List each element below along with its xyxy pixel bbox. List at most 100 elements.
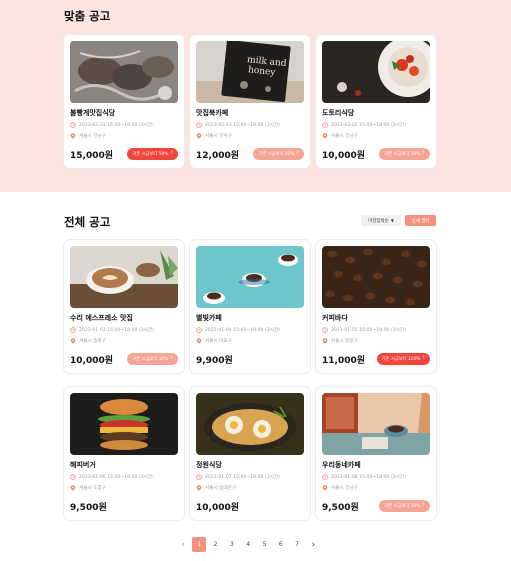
sort-dropdown[interactable]: 마감임박순 ▼ — [361, 215, 401, 226]
badge-label: 기존 시급보다 20% — [258, 152, 295, 157]
job-location-row: 서울시 송파구 — [70, 338, 106, 344]
job-name: 맛집북카페 — [196, 109, 229, 117]
map-pin-icon — [196, 338, 202, 344]
job-wage: 12,000원 — [196, 151, 240, 161]
sort-label: 마감임박순 — [368, 218, 389, 224]
map-pin-icon — [70, 485, 76, 491]
map-pin-icon — [322, 485, 328, 491]
job-card[interactable]: 도토리식당 2023-03-02 15:00~18:00 (3시간) 서울시 강… — [316, 35, 436, 168]
job-location-row: 서울시 강남구 — [70, 133, 106, 139]
page-7-button[interactable]: 7 — [290, 537, 304, 552]
clock-icon — [196, 327, 202, 333]
map-pin-icon — [70, 338, 76, 344]
job-thumbnail — [70, 41, 178, 103]
job-name: 정원식당 — [196, 461, 222, 469]
job-time: 2023-01-05 15:00~18:00 (3시간) — [331, 328, 406, 333]
job-card[interactable]: 해피버거 2023-01-06 15:00~18:00 (3시간) 서울시 도봉… — [64, 387, 184, 520]
wage-increase-badge: 기존 시급보다 100% 🡑 — [376, 353, 430, 365]
map-pin-icon — [322, 133, 328, 139]
job-time-row: 2023-01-04 15:00~18:00 (3시간) — [196, 327, 280, 333]
job-time: 2023-02-13 15:00~18:00 (3시간) — [205, 123, 280, 128]
job-time-row: 2023-01-08 15:00~18:00 (3시간) — [322, 474, 406, 480]
clock-icon — [70, 327, 76, 333]
job-wage: 9,500원 — [322, 503, 359, 513]
job-name: 수리 에스프레소 맛집 — [70, 314, 133, 322]
job-thumbnail — [70, 393, 178, 455]
job-time: 2023-03-02 15:00~18:00 (3시간) — [331, 123, 406, 128]
job-time: 2023-01-04 15:00~18:00 (3시간) — [205, 328, 280, 333]
job-location: 서울시 중랑구 — [331, 339, 358, 344]
page-5-button[interactable]: 5 — [257, 537, 271, 552]
job-location-row: 서울시 도봉구 — [70, 485, 106, 491]
job-name: 불빵게맛집식당 — [70, 109, 116, 117]
page-6-button[interactable]: 6 — [274, 537, 288, 552]
page-3-button[interactable]: 3 — [225, 537, 239, 552]
wage-increase-badge: 기존 시급보다 20% 🡑 — [253, 148, 304, 160]
job-time: 2023-02-31 15:00~18:00 (3시간) — [79, 123, 154, 128]
job-thumbnail — [322, 393, 430, 455]
job-time: 2023-01-08 15:00~18:00 (3시간) — [331, 475, 406, 480]
job-wage: 10,000원 — [70, 356, 114, 366]
job-name: 해피버거 — [70, 461, 96, 469]
job-thumbnail — [196, 393, 304, 455]
badge-label: 기존 시급보다 30% — [132, 357, 169, 362]
job-wage: 9,500원 — [70, 503, 107, 513]
arrow-up-icon: 🡑 — [422, 150, 425, 156]
job-thumbnail — [322, 246, 430, 308]
job-location-row: 서울시 강남구 — [322, 133, 358, 139]
job-location-row: 서울시 강서구 — [196, 133, 232, 139]
page-1-button[interactable]: 1 — [192, 537, 207, 552]
job-thumbnail — [196, 246, 304, 308]
all-listings-title: 전체 공고 — [64, 215, 111, 229]
arrow-up-icon: 🡑 — [422, 355, 425, 361]
job-name: 커피바다 — [322, 314, 348, 322]
job-time-row: 2023-03-02 15:00~18:00 (3시간) — [322, 122, 406, 128]
page-2-button[interactable]: 2 — [209, 537, 223, 552]
job-wage: 9,900원 — [196, 356, 233, 366]
job-time: 2023-01-03 15:00~18:00 (3시간) — [79, 328, 154, 333]
job-time-row: 2023-02-31 15:00~18:00 (3시간) — [70, 122, 154, 128]
job-card[interactable]: 우리동네카페 2023-01-08 15:00~18:00 (3시간) 서울시 … — [316, 387, 436, 520]
job-time-row: 2023-01-06 15:00~18:00 (3시간) — [70, 474, 154, 480]
badge-label: 기존 시급보다 50% — [132, 152, 169, 157]
arrow-up-icon: 🡑 — [296, 150, 299, 156]
job-location: 서울시 강남구 — [331, 486, 358, 491]
detail-filter-button[interactable]: 상세 필터 — [405, 215, 436, 226]
job-time-row: 2023-01-07 15:00~18:00 (3시간) — [196, 474, 280, 480]
job-card[interactable]: 커피바다 2023-01-05 15:00~18:00 (3시간) 서울시 중랑… — [316, 240, 436, 373]
prev-page-button[interactable]: ‹ — [176, 537, 190, 552]
wage-increase-badge: 기존 시급보다 10% 🡑 — [379, 148, 430, 160]
job-location: 서울시 송파구 — [79, 339, 106, 344]
map-pin-icon — [196, 485, 202, 491]
job-card[interactable]: 정원식당 2023-01-07 15:00~18:00 (3시간) 서울시 동대… — [190, 387, 310, 520]
job-thumbnail — [70, 246, 178, 308]
job-time: 2023-01-07 15:00~18:00 (3시간) — [205, 475, 280, 480]
wage-increase-badge: 기존 시급보다 10% 🡑 — [379, 500, 430, 512]
clock-icon — [196, 474, 202, 480]
job-time-row: 2023-01-05 15:00~18:00 (3시간) — [322, 327, 406, 333]
badge-label: 기존 시급보다 10% — [384, 504, 421, 509]
recommended-title: 맞춤 공고 — [64, 9, 111, 23]
job-card[interactable]: 수리 에스프레소 맛집 2023-01-03 15:00~18:00 (3시간)… — [64, 240, 184, 373]
job-card[interactable]: 별빛카페 2023-01-04 15:00~18:00 (3시간) 서울시 마포… — [190, 240, 310, 373]
badge-label: 기존 시급보다 100% — [381, 357, 421, 362]
job-location-row: 서울시 중랑구 — [322, 338, 358, 344]
next-page-button[interactable]: › — [306, 537, 320, 552]
job-location-row: 서울시 마포구 — [196, 338, 232, 344]
job-time-row: 2023-02-13 15:00~18:00 (3시간) — [196, 122, 280, 128]
job-name: 별빛카페 — [196, 314, 222, 322]
job-card[interactable]: 불빵게맛집식당 2023-02-31 15:00~18:00 (3시간) 서울시… — [64, 35, 184, 168]
page-4-button[interactable]: 4 — [241, 537, 255, 552]
job-time-row: 2023-01-03 15:00~18:00 (3시간) — [70, 327, 154, 333]
job-card[interactable]: milk and honey 맛집북카페 2023-02-13 15:00~18… — [190, 35, 310, 168]
clock-icon — [322, 327, 328, 333]
clock-icon — [196, 122, 202, 128]
map-pin-icon — [70, 133, 76, 139]
job-location-row: 서울시 강남구 — [322, 485, 358, 491]
job-location-row: 서울시 동대문구 — [196, 485, 236, 491]
caret-down-icon: ▼ — [390, 218, 394, 223]
clock-icon — [322, 474, 328, 480]
job-thumbnail: milk and honey — [196, 41, 304, 103]
pagination: ‹ 1234567 › — [176, 537, 323, 552]
map-pin-icon — [322, 338, 328, 344]
